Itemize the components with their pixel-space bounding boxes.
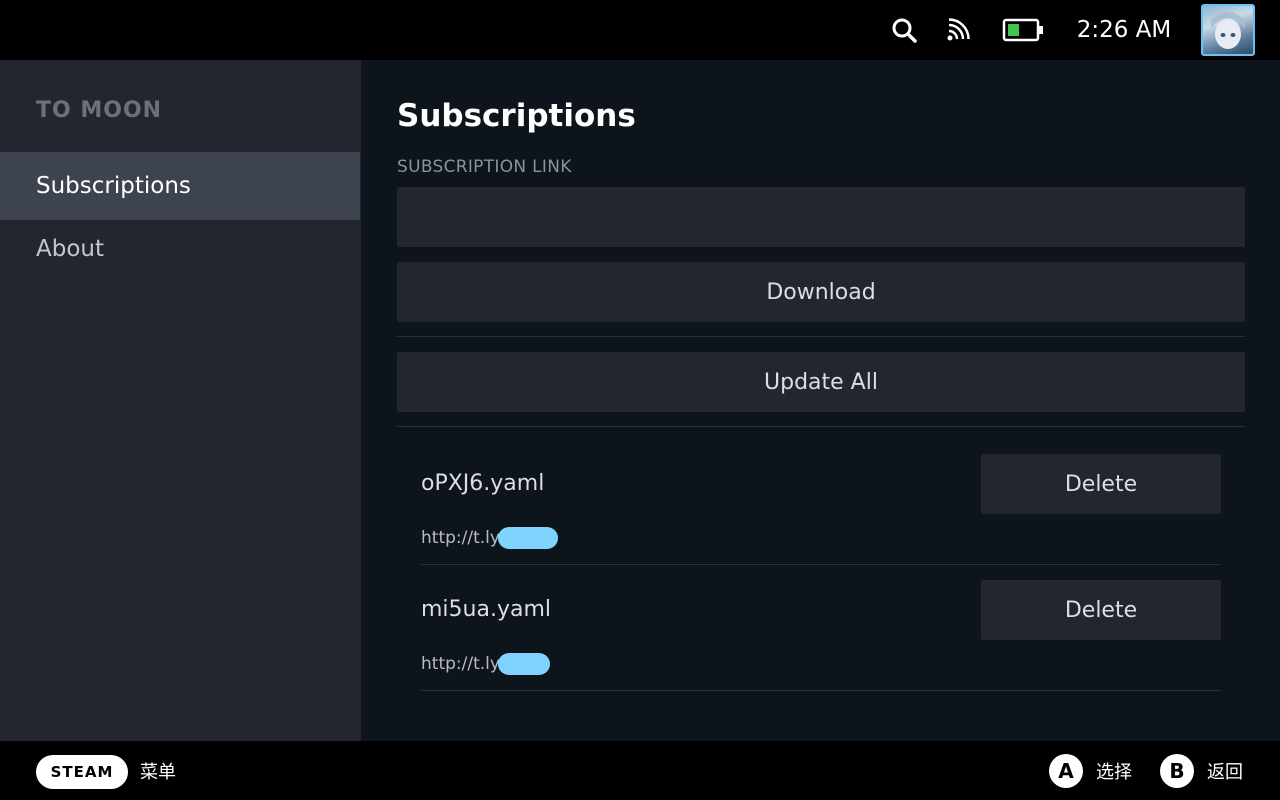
divider — [397, 336, 1245, 337]
app-title: TO MOON — [36, 98, 163, 123]
battery-icon — [1000, 0, 1046, 60]
subscription-name: oPXJ6.yaml — [421, 471, 545, 496]
search-icon[interactable] — [886, 0, 922, 60]
divider — [421, 564, 1221, 565]
sidebar-item-about[interactable]: About — [0, 215, 360, 283]
subscription-link-input[interactable] — [397, 187, 1245, 247]
user-avatar[interactable] — [1201, 4, 1255, 56]
redaction-mark — [498, 527, 558, 549]
b-button-icon: B — [1160, 754, 1194, 788]
sidebar: TO MOON Subscriptions About — [0, 60, 361, 741]
footer-bar: STEAM 菜单 A 选择 B 返回 — [0, 741, 1280, 800]
delete-button-label: Delete — [1064, 471, 1138, 497]
divider — [421, 690, 1221, 691]
delete-button[interactable]: Delete — [981, 580, 1221, 640]
menu-label: 菜单 — [140, 761, 176, 783]
subscription-name: mi5ua.yaml — [421, 597, 552, 622]
sidebar-item-subscriptions[interactable]: Subscriptions — [0, 152, 360, 220]
battery-level — [1008, 24, 1019, 36]
main-panel: Subscriptions SUBSCRIPTION LINK Download… — [361, 60, 1280, 741]
sidebar-item-label: Subscriptions — [36, 173, 191, 199]
divider — [397, 426, 1245, 427]
a-button-icon: A — [1049, 754, 1083, 788]
subscription-url: http://t.ly/ — [421, 654, 506, 674]
subscription-link-label: SUBSCRIPTION LINK — [397, 157, 572, 177]
clock: 2:26 AM — [1076, 17, 1172, 43]
update-all-button-label: Update All — [764, 369, 878, 395]
redaction-mark — [498, 653, 550, 675]
download-button[interactable]: Download — [397, 262, 1245, 322]
sidebar-item-label: About — [36, 236, 105, 262]
download-button-label: Download — [766, 279, 876, 305]
subscription-url: http://t.ly/ — [421, 528, 506, 548]
cast-icon — [942, 0, 974, 60]
steam-button[interactable]: STEAM — [36, 755, 128, 789]
delete-button[interactable]: Delete — [981, 454, 1221, 514]
select-label: 选择 — [1096, 761, 1132, 783]
page-title: Subscriptions — [397, 98, 636, 134]
back-label: 返回 — [1207, 761, 1243, 783]
status-bar: 2:26 AM — [0, 0, 1280, 60]
update-all-button[interactable]: Update All — [397, 352, 1245, 412]
delete-button-label: Delete — [1064, 597, 1138, 623]
